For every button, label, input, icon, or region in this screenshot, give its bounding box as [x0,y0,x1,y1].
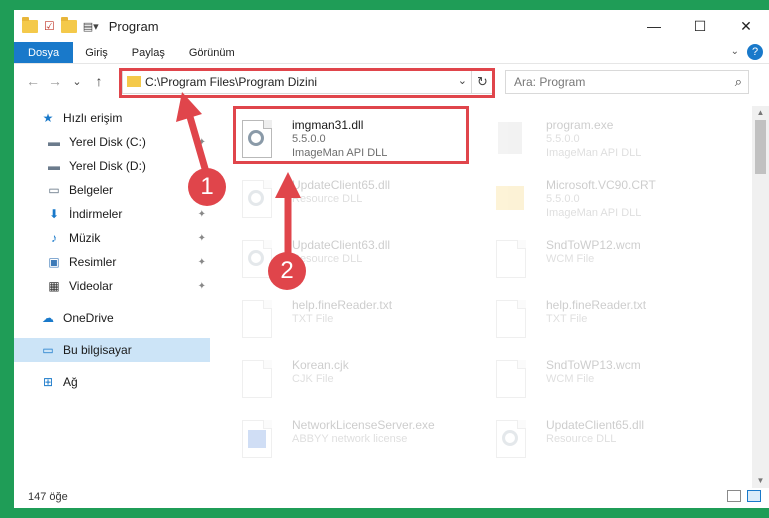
arrow-1-head [176,92,202,122]
annotation-arrows [176,92,301,256]
arrow-1-shaft [184,106,210,176]
arrow-2-head [275,172,301,198]
annotation-badge-1: 1 [188,168,226,206]
annotation-badge-2: 2 [268,252,306,290]
